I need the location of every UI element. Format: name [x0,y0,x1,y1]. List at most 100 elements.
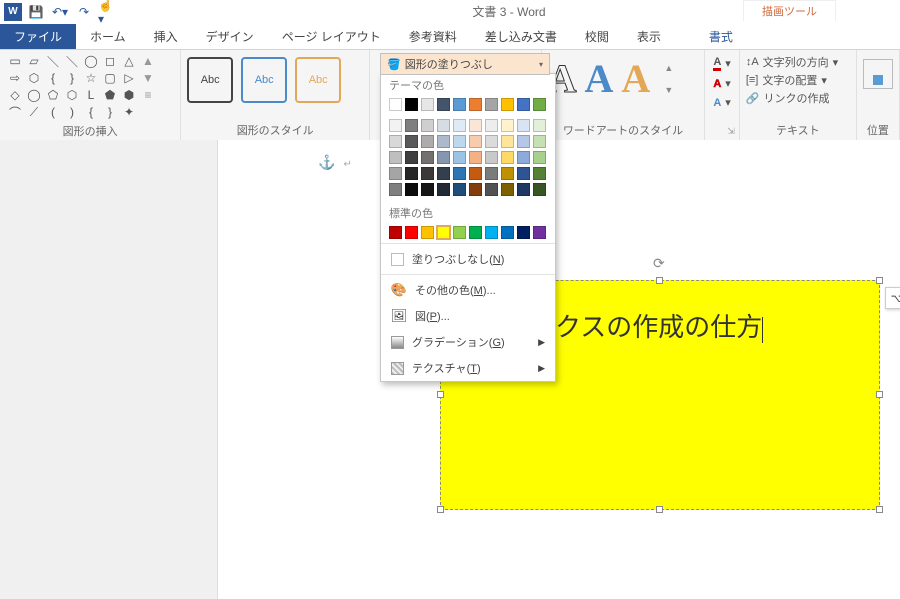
color-swatch[interactable] [469,183,482,196]
shape-fill-button[interactable]: 🪣 図形の塗りつぶし ▾ [380,53,550,75]
tab-file[interactable]: ファイル [0,24,76,49]
color-swatch[interactable] [405,135,418,148]
color-swatch[interactable] [501,135,514,148]
rotate-handle-icon[interactable]: ⟳ [653,255,665,272]
color-swatch[interactable] [421,167,434,180]
color-swatch[interactable] [405,167,418,180]
align-text-button[interactable]: [≡]文字の配置▾ [746,71,850,89]
tab-format[interactable]: 書式 [695,24,747,49]
color-swatch[interactable] [533,151,546,164]
color-swatch[interactable] [437,183,450,196]
color-swatch[interactable] [501,119,514,132]
save-icon[interactable]: 💾 [26,2,46,22]
color-swatch[interactable] [421,151,434,164]
color-swatch[interactable] [437,167,450,180]
color-swatch[interactable] [517,119,530,132]
color-swatch[interactable] [517,226,530,239]
tab-mailings[interactable]: 差し込み文書 [471,24,571,49]
theme-shades-grid[interactable] [381,117,555,199]
gradient-fill-item[interactable]: グラデーション(G) ▶ [381,329,555,355]
color-swatch[interactable] [533,98,546,111]
more-colors-item[interactable]: 🎨 その他の色(M)... [381,277,555,303]
color-swatch[interactable] [485,135,498,148]
color-swatch[interactable] [421,119,434,132]
color-swatch[interactable] [389,167,402,180]
wordart-style-3[interactable]: A [621,59,650,99]
color-swatch[interactable] [517,167,530,180]
color-swatch[interactable] [501,226,514,239]
picture-fill-item[interactable]: 🖼 図(P)... [381,303,555,329]
color-swatch[interactable] [453,98,466,111]
color-swatch[interactable] [517,151,530,164]
layout-options-icon[interactable]: ⌥ [885,287,900,309]
color-swatch[interactable] [421,135,434,148]
theme-colors-row[interactable] [381,96,555,113]
color-swatch[interactable] [485,226,498,239]
color-swatch[interactable] [453,167,466,180]
texture-fill-item[interactable]: テクスチャ(T) ▶ [381,355,555,381]
color-swatch[interactable] [437,226,450,239]
color-swatch[interactable] [389,119,402,132]
wordart-gallery[interactable]: A A A ▲▼ [548,53,699,99]
color-swatch[interactable] [485,151,498,164]
color-swatch[interactable] [469,167,482,180]
color-swatch[interactable] [469,135,482,148]
color-swatch[interactable] [453,135,466,148]
color-swatch[interactable] [405,183,418,196]
color-swatch[interactable] [437,98,450,111]
color-swatch[interactable] [501,98,514,111]
no-fill-item[interactable]: 塗りつぶしなし(N) [381,246,555,272]
color-swatch[interactable] [485,183,498,196]
undo-icon[interactable]: ↶▾ [50,2,70,22]
color-swatch[interactable] [405,98,418,111]
shape-style-3[interactable]: Abc [295,57,341,103]
touch-icon[interactable]: ☝▾ [98,2,118,22]
navigation-pane[interactable] [0,140,218,599]
color-swatch[interactable] [533,183,546,196]
tab-page-layout[interactable]: ページ レイアウト [268,24,395,49]
wordart-style-2[interactable]: A [585,59,614,99]
color-swatch[interactable] [389,226,402,239]
position-button[interactable] [863,59,893,89]
color-swatch[interactable] [533,167,546,180]
text-fill-button[interactable]: A▾ [709,54,734,73]
color-swatch[interactable] [517,98,530,111]
color-swatch[interactable] [533,226,546,239]
tab-view[interactable]: 表示 [623,24,675,49]
color-swatch[interactable] [389,151,402,164]
text-direction-button[interactable]: ↕A文字列の方向▾ [746,53,850,71]
color-swatch[interactable] [453,119,466,132]
color-swatch[interactable] [517,135,530,148]
shape-style-1[interactable]: Abc [187,57,233,103]
color-swatch[interactable] [469,226,482,239]
redo-icon[interactable]: ↷ [74,2,94,22]
color-swatch[interactable] [389,98,402,111]
tab-references[interactable]: 参考資料 [395,24,471,49]
tab-insert[interactable]: 挿入 [140,24,192,49]
color-swatch[interactable] [421,226,434,239]
color-swatch[interactable] [405,151,418,164]
color-swatch[interactable] [469,119,482,132]
color-swatch[interactable] [485,167,498,180]
color-swatch[interactable] [437,119,450,132]
color-swatch[interactable] [533,119,546,132]
color-swatch[interactable] [405,226,418,239]
color-swatch[interactable] [533,135,546,148]
color-swatch[interactable] [389,183,402,196]
color-swatch[interactable] [501,151,514,164]
text-effects-button[interactable]: A▾ [709,94,734,111]
create-link-button[interactable]: 🔗リンクの作成 [746,89,850,107]
color-swatch[interactable] [469,98,482,111]
color-swatch[interactable] [469,151,482,164]
tab-home[interactable]: ホーム [76,24,140,49]
shapes-gallery[interactable]: ▭▱＼＼◯◻△▲ ⇨⬡{}☆▢▷▼ ◇◯⬠⬡L⬟⬢≡ ⌒⟋(){}✦ [6,53,174,120]
color-swatch[interactable] [437,135,450,148]
text-outline-button[interactable]: A▾ [709,75,734,92]
color-swatch[interactable] [501,183,514,196]
color-swatch[interactable] [485,119,498,132]
color-swatch[interactable] [437,151,450,164]
color-swatch[interactable] [453,226,466,239]
tab-design[interactable]: デザイン [192,24,268,49]
standard-colors-row[interactable] [381,224,555,241]
color-swatch[interactable] [405,119,418,132]
